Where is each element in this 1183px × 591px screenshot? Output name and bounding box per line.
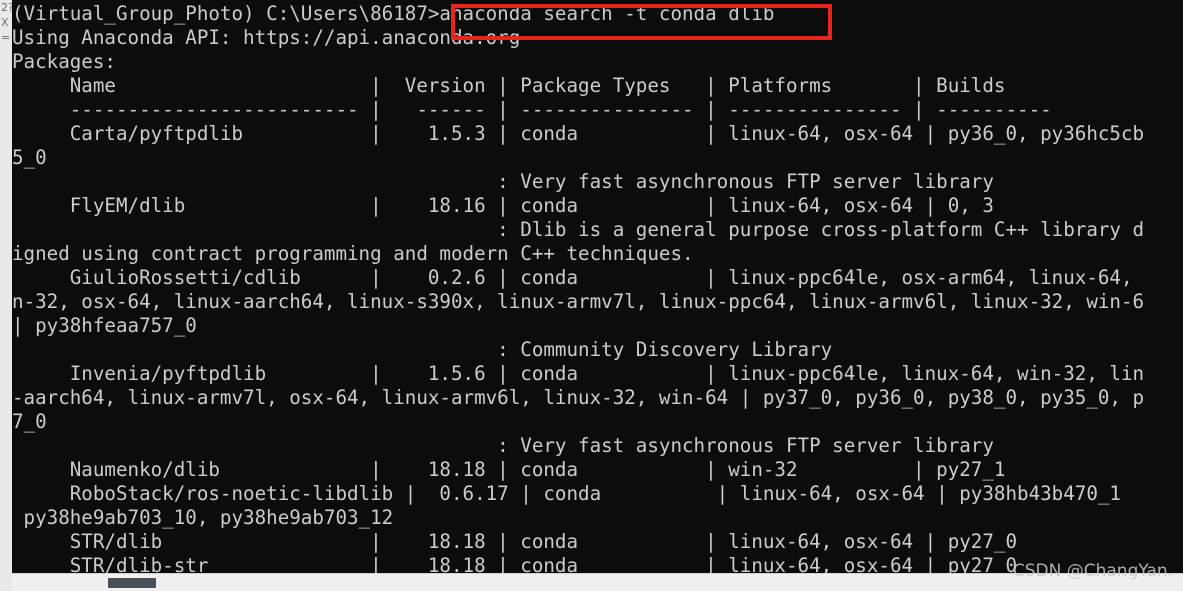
- console-line: Carta/pyftpdlib | 1.5.3 | conda | linux-…: [12, 122, 1145, 145]
- console-line: igned using contract programming and mod…: [12, 242, 694, 265]
- console-line: RoboStack/ros-noetic-libdlib | 0.6.17 | …: [12, 482, 1121, 505]
- console-text-buffer: (Virtual_Group_Photo) C:\Users\86187>ana…: [12, 0, 1183, 573]
- console-line: Packages:: [12, 50, 116, 73]
- horizontal-scrollbar-thumb[interactable]: [108, 578, 156, 588]
- terminal-window-screenshot: 2? X = (Virtual_Group_Photo) C:\Users\86…: [0, 0, 1183, 591]
- console-line: | py38hfeaa757_0: [12, 314, 197, 337]
- console-line: 5_0: [12, 146, 47, 169]
- console-output-area[interactable]: (Virtual_Group_Photo) C:\Users\86187>ana…: [12, 0, 1183, 573]
- console-line: GiulioRossetti/cdlib | 0.2.6 | conda | l…: [12, 266, 1133, 289]
- console-line: -aarch64, linux-armv7l, osx-64, linux-ar…: [12, 386, 1145, 409]
- console-line: Invenia/pyftpdlib | 1.5.6 | conda | linu…: [12, 362, 1145, 385]
- console-line: : Community Discovery Library: [12, 338, 833, 361]
- console-line: Naumenko/dlib | 18.18 | conda | win-32 |…: [12, 458, 1006, 481]
- console-line: py38he9ab703_10, py38he9ab703_12: [12, 506, 394, 529]
- console-line: (Virtual_Group_Photo) C:\Users\86187>ana…: [12, 2, 775, 25]
- console-line: FlyEM/dlib | 18.16 | conda | linux-64, o…: [12, 194, 994, 217]
- console-line: STR/dlib-str | 18.18 | conda | linux-64,…: [12, 554, 1018, 573]
- console-line-table-rule: ------------------------- | ------ | ---…: [12, 98, 1052, 121]
- console-line: : Very fast asynchronous FTP server libr…: [12, 170, 994, 193]
- console-line: n-32, osx-64, linux-aarch64, linux-s390x…: [12, 290, 1145, 313]
- console-line: 7_0: [12, 410, 47, 433]
- console-line: STR/dlib | 18.18 | conda | linux-64, osx…: [12, 530, 1018, 553]
- console-line: Using Anaconda API: https://api.anaconda…: [12, 26, 521, 49]
- horizontal-scrollbar-track[interactable]: [12, 573, 1183, 591]
- console-line-table-header: Name | Version | Package Types | Platfor…: [12, 74, 1006, 97]
- console-line: : Dlib is a general purpose cross-platfo…: [12, 218, 1145, 241]
- csdn-watermark: CSDN @ChangYan.: [1012, 561, 1173, 581]
- background-window-bottom-strip: [0, 573, 12, 591]
- console-line: : Very fast asynchronous FTP server libr…: [12, 434, 994, 457]
